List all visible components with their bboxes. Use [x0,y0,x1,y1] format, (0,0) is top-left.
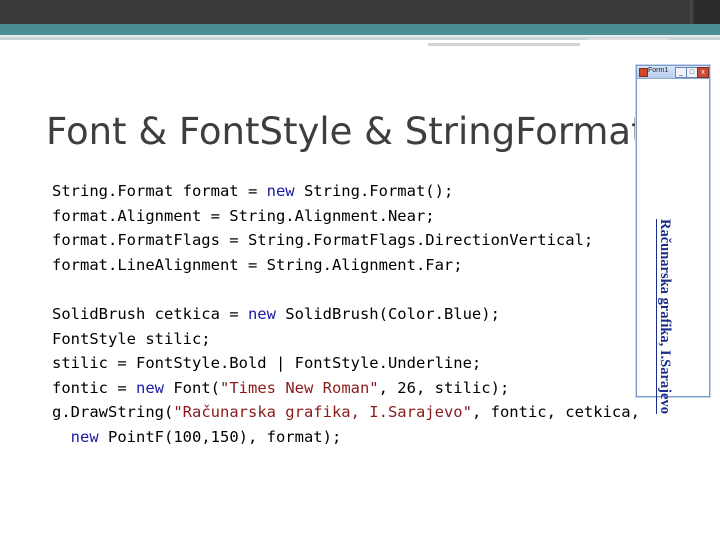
code-text: PointF(100,150), format); [98,427,342,446]
code-line: format.Alignment = String.Alignment.Near… [52,204,593,229]
code-text: SolidBrush cetkica = [52,305,248,323]
header-grey-line [428,43,580,46]
code-string-literal: "Times New Roman" [220,378,379,397]
code-text: , 26, stilic); [378,378,510,397]
header-grey-line-2 [588,38,668,40]
code-text: stilic = FontStyle.Bold | FontStyle.Unde… [52,354,482,372]
code-text: String.Format(); [294,182,454,200]
code-keyword: new [136,378,164,397]
window-title: Form1 [648,67,669,74]
header-accent-bar [0,24,720,35]
code-line: format.FormatFlags = String.FormatFlags.… [52,228,593,253]
code-line: g.DrawString("Računarska grafika, I.Sara… [52,400,640,425]
code-text: format.FormatFlags = String.FormatFlags.… [52,231,594,249]
header-right-block [694,0,720,24]
code-text: SolidBrush(Color.Blue); [275,305,500,323]
header-light-stripe [0,35,720,37]
code-line: new PointF(100,150), format); [52,425,640,450]
code-block-draw-string: SolidBrush cetkica = new SolidBrush(Colo… [52,302,640,449]
app-icon [639,68,648,77]
code-text: String.Format format = [52,182,267,200]
code-keyword: new [70,427,99,446]
code-keyword: new [266,182,295,200]
code-keyword: new [247,305,276,323]
header-divider [690,0,692,24]
code-text: format.Alignment = String.Alignment.Near… [52,206,435,225]
code-text: g.DrawString( [52,403,174,421]
code-block-string-format: String.Format format = new String.Format… [52,179,593,277]
form-window: Form1 _ □ x Računarska grafika, I.Saraje… [636,65,710,414]
code-text: fontic = [52,378,136,397]
code-line: String.Format format = new String.Format… [52,179,593,204]
slide-title: Font & FontStyle & StringFormat [46,110,646,153]
code-line: stilic = FontStyle.Bold | FontStyle.Unde… [52,351,640,376]
header-dark-bar [0,0,720,24]
window-titlebar[interactable]: Form1 _ □ x [637,66,709,79]
code-text: Font( [164,378,220,397]
code-text: FontStyle stilic; [52,329,211,348]
code-line: format.LineAlignment = String.Alignment.… [52,253,593,278]
code-line: FontStyle stilic; [52,327,640,352]
code-text: , fontic, cetkica, [471,403,640,421]
window-client-area: Računarska grafika, I.Sarajevo [637,79,709,414]
vertical-rendered-text: Računarska grafika, I.Sarajevo [657,219,673,414]
code-text: format.LineAlignment = String.Alignment.… [52,255,463,274]
code-line: fontic = new Font("Times New Roman", 26,… [52,376,640,401]
close-button[interactable]: x [697,67,709,78]
code-string-literal: "Računarska grafika, I.Sarajevo" [173,403,472,421]
code-line: SolidBrush cetkica = new SolidBrush(Colo… [52,302,640,327]
